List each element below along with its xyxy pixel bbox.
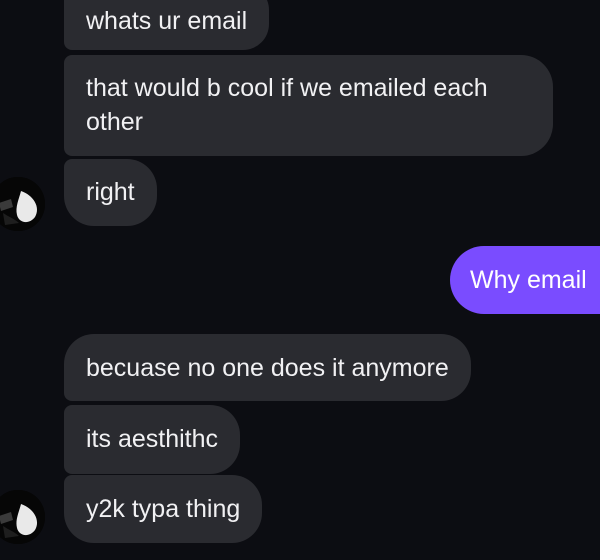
message-bubble-incoming[interactable]: its aesthithc (64, 405, 241, 474)
message-bubble-incoming[interactable]: whats ur email (64, 0, 270, 50)
message-bubble-incoming[interactable]: right (64, 159, 157, 226)
message-text: its aesthithc (86, 425, 219, 453)
message-bubble-incoming[interactable]: that would b cool if we emailed each oth… (64, 55, 553, 156)
message-text: right (86, 178, 135, 206)
message-text: becuase no one does it anymore (86, 354, 449, 382)
contact-avatar-icon[interactable] (0, 490, 45, 544)
message-bubble-outgoing[interactable]: Why email (450, 246, 600, 314)
message-text: whats ur email (86, 7, 248, 35)
message-bubble-incoming[interactable]: y2k typa thing (64, 475, 263, 543)
message-text: y2k typa thing (86, 495, 241, 523)
message-bubble-incoming[interactable]: becuase no one does it anymore (64, 334, 471, 401)
contact-avatar-icon[interactable] (0, 177, 45, 231)
chat-thread: whats ur email that would b cool if we e… (0, 0, 600, 560)
message-text: Why email (470, 266, 587, 294)
message-text: that would b cool if we emailed each oth… (86, 74, 488, 136)
